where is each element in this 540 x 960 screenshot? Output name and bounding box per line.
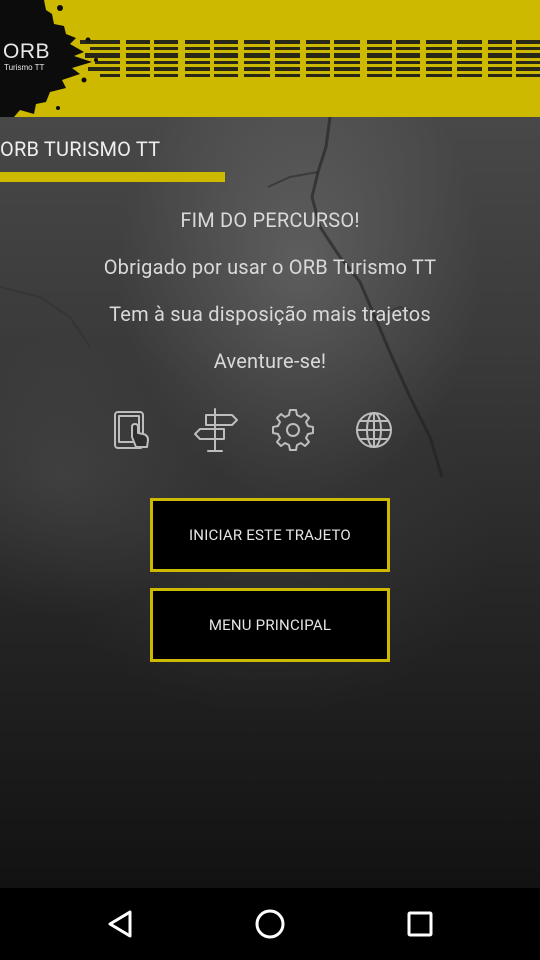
main-content: ORB TURISMO TT FIM DO PERCURSO! Obrigado… bbox=[0, 117, 540, 888]
thank-you-message: Obrigado por usar o ORB Turismo TT bbox=[103, 255, 437, 279]
app-header: ORB Turismo TT bbox=[0, 0, 540, 117]
feature-icons-row bbox=[0, 407, 540, 457]
logo-text: ORB bbox=[3, 40, 51, 63]
system-navigation-bar bbox=[0, 888, 540, 960]
main-menu-button[interactable]: MENU PRINCIPAL bbox=[150, 588, 390, 662]
tablet-touch-icon bbox=[110, 407, 156, 453]
route-finished-message: FIM DO PERCURSO! bbox=[180, 208, 360, 232]
start-route-button[interactable]: INICIAR ESTE TRAJETO bbox=[150, 498, 390, 572]
gear-icon bbox=[270, 407, 316, 453]
back-icon[interactable] bbox=[96, 900, 144, 948]
more-routes-message: Tem à sua disposição mais trajetos bbox=[109, 302, 431, 326]
home-icon[interactable] bbox=[246, 900, 294, 948]
logo-subtext: Turismo TT bbox=[4, 63, 45, 72]
grunge-splash-graphic bbox=[0, 0, 540, 117]
recents-icon[interactable] bbox=[396, 900, 444, 948]
globe-icon bbox=[351, 407, 397, 453]
signpost-icon bbox=[192, 407, 238, 453]
adventure-message: Aventure-se! bbox=[213, 349, 327, 373]
page-title: ORB TURISMO TT bbox=[0, 137, 161, 161]
title-underline bbox=[0, 172, 225, 182]
